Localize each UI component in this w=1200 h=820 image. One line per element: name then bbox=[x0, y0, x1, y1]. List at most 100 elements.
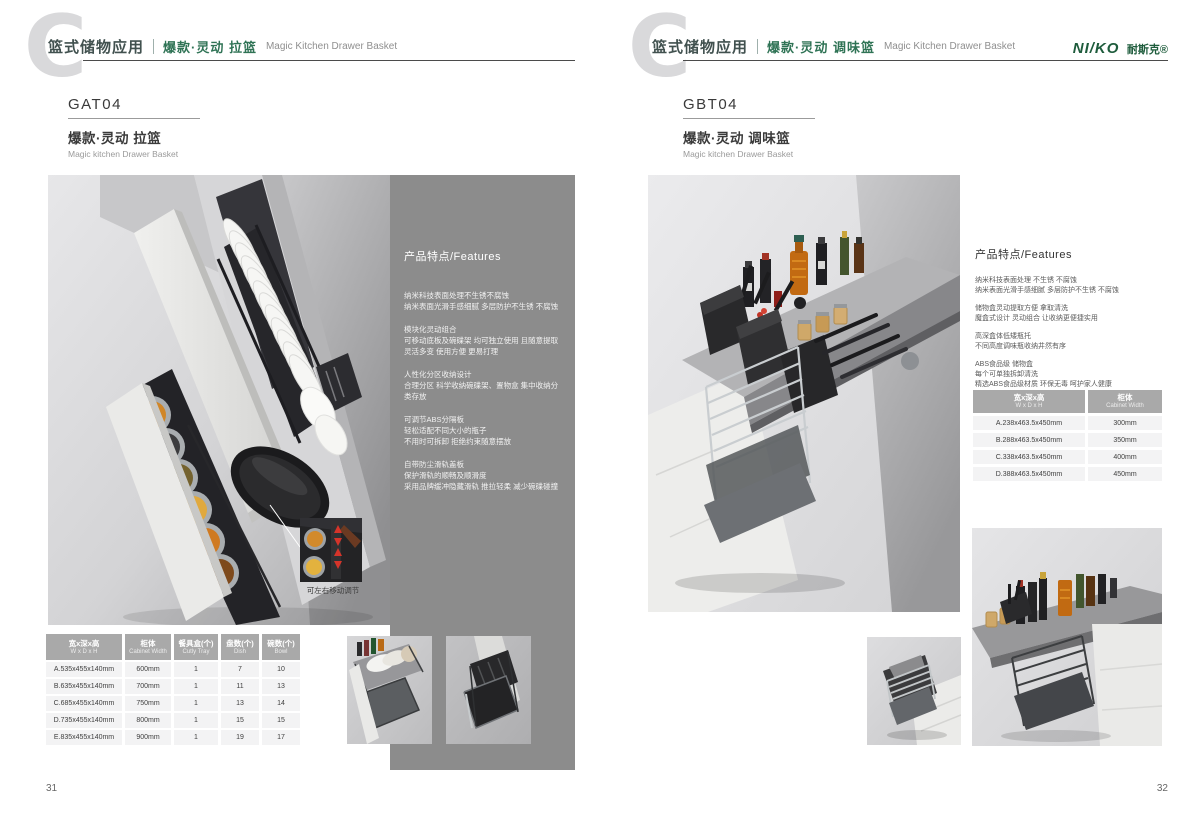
product-title-left: GAT04 爆款·灵动 拉篮 Magic kitchen Drawer Bask… bbox=[68, 96, 200, 159]
feature-line: 自带防尘滑轨盖板 bbox=[404, 459, 561, 470]
header-label-cn: 盘数(个) bbox=[226, 639, 254, 648]
table-cell: D.735x455x140mm bbox=[46, 713, 122, 728]
feature-line: 不用时可拆卸 拒绝约束随意摆放 bbox=[404, 436, 561, 447]
feature-line: 纳米科技表面处理 不生锈 不腐蚀 bbox=[975, 276, 1171, 286]
header-category: 篮式储物应用 bbox=[652, 36, 748, 57]
table-cell: C.338x463.5x450mm bbox=[973, 450, 1085, 464]
thumb-photo-plate-roll-basket bbox=[347, 636, 432, 744]
table-cell: 1 bbox=[174, 662, 218, 677]
feature-line: 合理分区 科学收纳碗碟架、置物盒 集中收纳分类存放 bbox=[404, 380, 561, 402]
table-cell: 1 bbox=[174, 679, 218, 694]
oil-bottle bbox=[790, 251, 808, 295]
table-header-row: 宽x深x高W x D x H柜体Cabinet Width餐具盒(个)Cutly… bbox=[46, 634, 300, 660]
page-number-right: 32 bbox=[1138, 783, 1168, 794]
table-row: D.388x463.5x450mm450mm bbox=[973, 467, 1162, 481]
header-series: 爆款·灵动 拉篮 bbox=[163, 37, 257, 56]
thumb-photo-cutlery-basket bbox=[446, 636, 531, 744]
drawer-basket-illustration bbox=[48, 175, 390, 625]
table-header-cell: 柜体Cabinet Width bbox=[1088, 390, 1162, 413]
table-cell: 14 bbox=[262, 696, 300, 711]
feature-line: 不同高度调味瓶收纳井然有序 bbox=[975, 342, 1171, 352]
product-code: GBT04 bbox=[683, 96, 815, 113]
product-code: GAT04 bbox=[68, 96, 200, 113]
feature-group: ABS食品级 储物盒每个可单独拆卸清洗精选ABS食品级材质 环保无毒 呵护家人健… bbox=[975, 360, 1171, 390]
feature-line: 魔盒式设计 灵动组合 让收纳更便捷实用 bbox=[975, 314, 1171, 324]
table-row: A.238x463.5x450mm300mm bbox=[973, 416, 1162, 430]
table-row: B.288x463.5x450mm350mm bbox=[973, 433, 1162, 447]
table-row: E.835x455x140mm900mm11917 bbox=[46, 730, 300, 745]
product-title-right: GBT04 爆款·灵动 调味篮 Magic kitchen Drawer Bas… bbox=[683, 96, 815, 159]
page-number-left: 31 bbox=[46, 783, 57, 794]
header-label-cn: 柜体 bbox=[141, 639, 156, 648]
header-label-cn: 柜体 bbox=[1118, 393, 1133, 402]
table-cell: 10 bbox=[262, 662, 300, 677]
feature-line: 人性化分区收纳设计 bbox=[404, 369, 561, 380]
table-row: A.535x455x140mm600mm1710 bbox=[46, 662, 300, 677]
table-row: C.685x455x140mm750mm11314 bbox=[46, 696, 300, 711]
table-cell: 800mm bbox=[125, 713, 171, 728]
table-cell: E.835x455x140mm bbox=[46, 730, 122, 745]
spec-table-left: 宽x深x高W x D x H柜体Cabinet Width餐具盒(个)Cutly… bbox=[46, 634, 300, 747]
table-cell: 11 bbox=[221, 679, 259, 694]
feature-line: 高深盒体低矮瓶托 bbox=[975, 332, 1171, 342]
feature-line: 轻松适配不同大小的瓶子 bbox=[404, 425, 561, 436]
table-cell: A.238x463.5x450mm bbox=[973, 416, 1085, 430]
feature-line: 储物盒灵动提取方便 拿取清洗 bbox=[975, 304, 1171, 314]
feature-group: 模块化灵动组合可移动底板及碗碟架 均可独立使用 且随意提取灵活多变 使用方便 更… bbox=[404, 324, 561, 357]
table-header-cell: 宽x深x高W x D x H bbox=[46, 634, 122, 660]
header-label-en: Cabinet Width bbox=[129, 648, 167, 656]
table-cell: 19 bbox=[221, 730, 259, 745]
table-header-cell: 盘数(个)Dish bbox=[221, 634, 259, 660]
feature-line: 采用品牌缓冲隐藏滑轨 推拉轻柔 减少碗碟碰撞 bbox=[404, 481, 561, 492]
header-divider bbox=[757, 39, 758, 54]
table-cell: A.535x455x140mm bbox=[46, 662, 122, 677]
detail-inset bbox=[300, 518, 362, 582]
table-cell: 300mm bbox=[1088, 416, 1162, 430]
header-rule-left bbox=[83, 60, 575, 61]
feature-line: 可移动底板及碗碟架 均可独立使用 且随意提取 bbox=[404, 335, 561, 346]
table-header-cell: 柜体Cabinet Width bbox=[125, 634, 171, 660]
product-name: 爆款·灵动 拉篮 bbox=[68, 127, 200, 147]
header-category: 篮式储物应用 bbox=[48, 36, 144, 57]
tall-photo-counter-bottles bbox=[972, 528, 1162, 746]
header-label-en: Cabinet Width bbox=[1106, 402, 1144, 410]
table-cell: 7 bbox=[221, 662, 259, 677]
header-label-en: W x D x H bbox=[71, 648, 98, 656]
brand-logo: NI/KO 耐斯克® bbox=[1020, 40, 1168, 58]
page-header-left: 篮式储物应用 爆款·灵动 拉篮 Magic Kitchen Drawer Bas… bbox=[48, 36, 397, 57]
logo-nisko: NI/KO bbox=[1073, 40, 1120, 57]
features-list: 纳米科技表面处理不生锈不腐蚀纳米表面光滑手感细腻 多层防护不生锈 不腐蚀模块化灵… bbox=[404, 290, 561, 492]
header-series-en: Magic Kitchen Drawer Basket bbox=[884, 41, 1015, 52]
steel-cup bbox=[901, 352, 919, 370]
feature-group: 纳米科技表面处理 不生锈 不腐蚀纳米表面光滑手感细腻 多层防护不生锈 不腐蚀 bbox=[975, 276, 1171, 296]
header-label-en: W x D x H bbox=[1016, 402, 1043, 410]
features-title: 产品特点/Features bbox=[404, 248, 561, 264]
photo-caption: 可左右移动调节 bbox=[297, 585, 369, 596]
table-cell: 1 bbox=[174, 713, 218, 728]
main-photo-drawer-basket bbox=[48, 175, 390, 625]
feature-group: 储物盒灵动提取方便 拿取清洗魔盒式设计 灵动组合 让收纳更便捷实用 bbox=[975, 304, 1171, 324]
catalog-spread: C 篮式储物应用 爆款·灵动 拉篮 Magic Kitchen Drawer B… bbox=[0, 0, 1200, 820]
header-label-cn: 餐具盒(个) bbox=[179, 639, 214, 648]
table-row: C.338x463.5x450mm400mm bbox=[973, 450, 1162, 464]
table-cell: 17 bbox=[262, 730, 300, 745]
feature-group: 人性化分区收纳设计合理分区 科学收纳碗碟架、置物盒 集中收纳分类存放 bbox=[404, 369, 561, 402]
product-name-en: Magic kitchen Drawer Basket bbox=[68, 149, 200, 159]
thumb-photo-empty-basket bbox=[867, 637, 961, 745]
table-cell: C.685x455x140mm bbox=[46, 696, 122, 711]
page-header-right: 篮式储物应用 爆款·灵动 调味篮 Magic Kitchen Drawer Ba… bbox=[652, 36, 1015, 57]
header-label-en: Dish bbox=[234, 648, 246, 656]
table-cell: 15 bbox=[262, 713, 300, 728]
table-cell: 700mm bbox=[125, 679, 171, 694]
header-label-en: Cutly Tray bbox=[182, 648, 209, 656]
main-photo-spice-basket bbox=[648, 175, 960, 612]
product-rule bbox=[683, 118, 815, 119]
feature-line: 精选ABS食品级材质 环保无毒 呵护家人健康 bbox=[975, 380, 1171, 390]
table-cell: 600mm bbox=[125, 662, 171, 677]
table-cell: 1 bbox=[174, 730, 218, 745]
spec-table-right: 宽x深x高W x D x H柜体Cabinet WidthA.238x463.5… bbox=[973, 390, 1162, 484]
product-name: 爆款·灵动 调味篮 bbox=[683, 127, 815, 147]
features-panel-right: 产品特点/Features 纳米科技表面处理 不生锈 不腐蚀纳米表面光滑手感细腻… bbox=[975, 246, 1171, 398]
header-series: 爆款·灵动 调味篮 bbox=[767, 37, 875, 56]
table-cell: B.635x455x140mm bbox=[46, 679, 122, 694]
